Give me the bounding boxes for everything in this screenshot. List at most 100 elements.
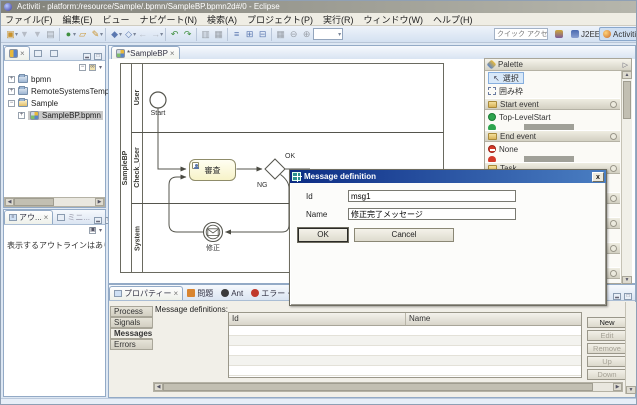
tab-outline[interactable]: ≡アウ...× bbox=[4, 210, 53, 224]
menu-project[interactable]: プロジェクト(P) bbox=[247, 13, 313, 26]
redo-icon[interactable]: ↷ bbox=[181, 28, 194, 41]
menu-navigate[interactable]: ナビゲート(N) bbox=[140, 13, 198, 26]
tree-item-remote-systems[interactable]: +RemoteSystemsTempFiles bbox=[4, 85, 105, 97]
minimize-icon[interactable]: ▂ bbox=[94, 217, 102, 224]
start-event[interactable] bbox=[150, 92, 166, 108]
side-tab-messages[interactable]: Messages bbox=[110, 328, 153, 339]
column-header-id[interactable]: Id bbox=[229, 313, 406, 325]
match-size-icon[interactable]: ⊟ bbox=[256, 28, 269, 41]
palette-tool-select[interactable]: ↖ 選択 bbox=[488, 72, 524, 84]
align-vertical-icon[interactable]: ⊞ bbox=[243, 28, 256, 41]
expand-icon[interactable]: + bbox=[8, 76, 15, 83]
edit-button[interactable]: Edit bbox=[587, 330, 627, 341]
side-tab-signals[interactable]: Signals bbox=[110, 317, 153, 328]
tab-package[interactable] bbox=[46, 46, 62, 60]
view-menu-icon[interactable]: ▾ bbox=[99, 64, 102, 71]
link-editor-icon[interactable]: ∞ bbox=[89, 64, 96, 71]
properties-hscrollbar[interactable]: ◀ ▶ bbox=[153, 382, 623, 392]
open-perspective-icon[interactable] bbox=[552, 27, 566, 41]
tab-problems[interactable]: 問題 bbox=[183, 286, 217, 300]
expand-icon[interactable]: + bbox=[18, 112, 25, 119]
close-icon[interactable]: × bbox=[170, 50, 175, 58]
tab-properties[interactable]: プロパティー × bbox=[109, 286, 183, 300]
collapse-all-icon[interactable]: − bbox=[79, 64, 86, 71]
tab-project-explorer[interactable]: × bbox=[4, 46, 30, 60]
palette-collapse-icon[interactable]: ▷ bbox=[623, 61, 628, 69]
palette-group-end-event[interactable]: End event bbox=[485, 130, 620, 142]
scroll-up-icon[interactable]: ▲ bbox=[622, 71, 632, 79]
scroll-right-icon[interactable]: ▶ bbox=[95, 198, 104, 206]
tab-editor-samplebp[interactable]: *SampleBP × bbox=[111, 46, 180, 60]
down-button[interactable]: Down bbox=[587, 369, 627, 380]
zoom-in-icon[interactable]: ⊕ bbox=[300, 28, 313, 41]
user-task-shinsa[interactable]: 審査 bbox=[189, 159, 236, 181]
palette-scrollbar[interactable]: ▲ ▼ bbox=[621, 71, 632, 284]
print-icon[interactable]: ▤ bbox=[44, 28, 57, 41]
menu-view[interactable]: ビュー bbox=[103, 13, 130, 26]
palette-item-none[interactable]: None bbox=[488, 143, 518, 155]
tab-ant[interactable]: Ant bbox=[217, 286, 247, 300]
group-toggle-icon[interactable] bbox=[610, 165, 617, 172]
collapse-icon[interactable]: − bbox=[8, 100, 15, 107]
id-field[interactable] bbox=[348, 190, 516, 202]
menu-help[interactable]: ヘルプ(H) bbox=[433, 13, 473, 26]
tab-miniature[interactable]: ミニ... bbox=[53, 210, 94, 224]
close-icon[interactable]: × bbox=[20, 50, 25, 58]
menu-window[interactable]: ウィンドウ(W) bbox=[364, 13, 424, 26]
minimize-icon[interactable]: ▂ bbox=[613, 293, 621, 300]
flow-start-to-task[interactable] bbox=[158, 108, 186, 169]
outline-mode-icon[interactable]: ▣ bbox=[89, 227, 96, 234]
palette-tool-marquee[interactable]: 囲み枠 bbox=[488, 85, 523, 97]
tree-item-bpmn[interactable]: +bpmn bbox=[4, 73, 105, 85]
maximize-icon[interactable]: □ bbox=[624, 293, 632, 300]
column-header-name[interactable]: Name bbox=[406, 313, 581, 325]
remove-button[interactable]: Remove bbox=[587, 343, 627, 354]
properties-vscrollbar[interactable]: ▼ bbox=[625, 302, 636, 394]
scroll-right-icon[interactable]: ▶ bbox=[613, 383, 622, 391]
new-button[interactable]: New bbox=[587, 317, 627, 328]
forward-dropdown-icon[interactable]: ▾ bbox=[160, 31, 163, 38]
scroll-down-icon[interactable]: ▼ bbox=[626, 386, 636, 394]
back-icon[interactable]: ← bbox=[136, 28, 149, 41]
view-menu-icon[interactable]: ▾ bbox=[99, 227, 102, 234]
palette-group-start-event[interactable]: Start event bbox=[485, 98, 620, 110]
group-toggle-icon[interactable] bbox=[610, 220, 617, 227]
menu-run[interactable]: 実行(R) bbox=[323, 13, 354, 26]
name-field[interactable] bbox=[348, 208, 516, 220]
tree-item-sample[interactable]: −Sample bbox=[4, 97, 105, 109]
up-button[interactable]: Up bbox=[587, 356, 627, 367]
menu-file[interactable]: ファイル(F) bbox=[5, 13, 53, 26]
menu-edit[interactable]: 編集(E) bbox=[63, 13, 93, 26]
close-icon[interactable]: × bbox=[174, 290, 179, 298]
minimize-icon[interactable]: ▂ bbox=[83, 53, 91, 60]
group-toggle-icon[interactable] bbox=[610, 101, 617, 108]
menu-search[interactable]: 検索(A) bbox=[207, 13, 237, 26]
paste-icon[interactable]: ▦ bbox=[212, 28, 225, 41]
group-toggle-icon[interactable] bbox=[610, 133, 617, 140]
zoom-level-combo[interactable]: ▾ bbox=[313, 28, 343, 40]
scroll-down-icon[interactable]: ▼ bbox=[622, 276, 632, 284]
dialog-title-bar[interactable]: Message definition x bbox=[290, 170, 606, 183]
copy-icon[interactable]: ▥ bbox=[199, 28, 212, 41]
group-toggle-icon[interactable] bbox=[610, 195, 617, 202]
edit-dropdown-icon[interactable]: ▾ bbox=[100, 31, 103, 38]
expand-icon[interactable]: + bbox=[8, 88, 15, 95]
ok-button[interactable]: OK bbox=[298, 228, 348, 242]
group-toggle-icon[interactable] bbox=[610, 270, 617, 277]
save-icon[interactable]: ▼ bbox=[18, 28, 31, 41]
maximize-icon[interactable]: □ bbox=[94, 53, 102, 60]
dialog-close-icon[interactable]: x bbox=[592, 172, 604, 182]
close-icon[interactable]: × bbox=[44, 214, 49, 222]
undo-icon[interactable]: ↶ bbox=[168, 28, 181, 41]
align-horizontal-icon[interactable]: ≡ bbox=[230, 28, 243, 41]
zoom-out-icon[interactable]: ⊖ bbox=[287, 28, 300, 41]
flow-event-to-task[interactable] bbox=[169, 177, 204, 232]
scroll-left-icon[interactable]: ◀ bbox=[5, 198, 14, 206]
group-toggle-icon[interactable] bbox=[610, 245, 617, 252]
quick-access-input[interactable] bbox=[494, 28, 548, 40]
cancel-button[interactable]: Cancel bbox=[354, 228, 454, 242]
scroll-left-icon[interactable]: ◀ bbox=[154, 383, 163, 391]
save-all-icon[interactable]: ▼ bbox=[31, 28, 44, 41]
palette-header[interactable]: Palette ▷ bbox=[485, 59, 631, 71]
explorer-hscrollbar[interactable]: ◀ ▶ bbox=[4, 197, 105, 207]
